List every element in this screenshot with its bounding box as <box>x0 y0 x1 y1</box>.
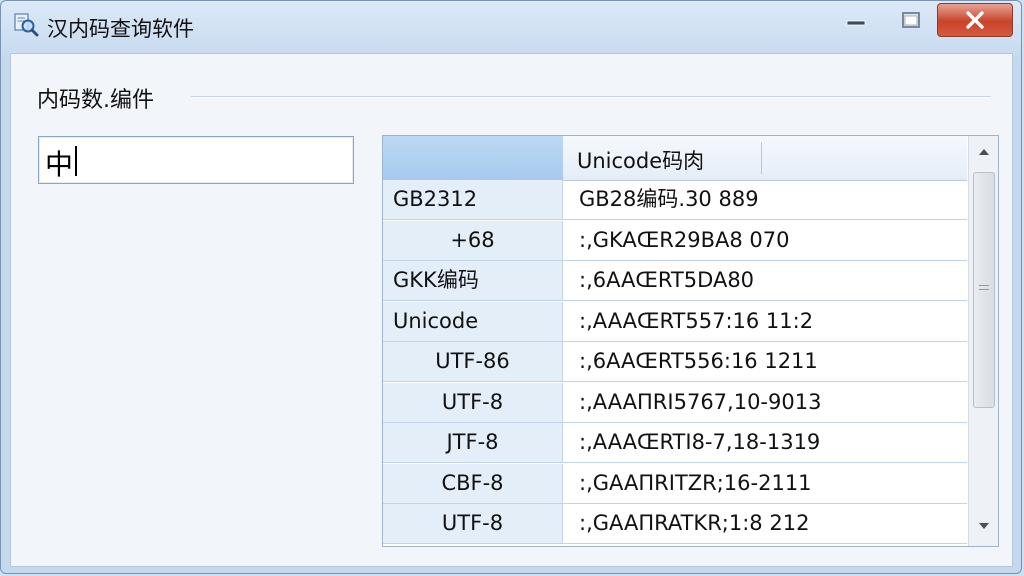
row-encoding-name: UTF-86 <box>383 342 563 381</box>
table-row[interactable]: +68 :,GKAŒR29BA8 070 <box>383 221 967 261</box>
client-area: 内码数.编件 中 Unicode码肉 GB2312 GB28编码.30 889 … <box>10 53 1013 567</box>
scroll-up-button[interactable] <box>969 136 998 168</box>
row-encoding-value: :,AAAΠRI5767,10-9013 <box>579 390 822 414</box>
window-title: 汉内码查询软件 <box>47 17 194 41</box>
scroll-thumb[interactable] <box>973 172 995 408</box>
magnifier-icon <box>14 13 39 37</box>
group-label: 内码数.编件 <box>37 82 164 114</box>
vertical-scrollbar[interactable] <box>968 136 998 546</box>
table-row[interactable]: Unicode :,AAAŒRT557:16 11:2 <box>383 302 967 342</box>
maximize-icon <box>902 12 920 28</box>
row-encoding-name: UTF-8 <box>383 504 563 543</box>
thumb-grip <box>979 289 989 290</box>
app-window: 汉内码查询软件 内码数.编件 中 Unicode码肉 GB2312 GB28编码… <box>0 0 1022 574</box>
table-row[interactable]: UTF-8 :,AAAΠRI5767,10-9013 <box>383 383 967 423</box>
row-encoding-value: :,AAAŒRT557:16 11:2 <box>579 309 814 333</box>
row-encoding-name: GB2312 <box>383 180 563 219</box>
row-encoding-value: :,GAAΠRATKR;1:8 212 <box>579 511 810 535</box>
thumb-grip <box>979 285 989 286</box>
title-bar[interactable]: 汉内码查询软件 <box>1 1 1021 51</box>
row-encoding-name: JTF-8 <box>383 423 563 462</box>
minimize-icon <box>846 20 866 26</box>
close-icon <box>966 11 984 29</box>
table-row[interactable]: GB2312 GB28编码.30 889 <box>383 180 967 220</box>
grid-header-col2[interactable]: Unicode码肉 <box>577 145 704 175</box>
row-encoding-name: +68 <box>383 221 563 260</box>
encoding-grid[interactable]: Unicode码肉 GB2312 GB28编码.30 889 +68 :,GKA… <box>382 135 999 547</box>
arrow-up-icon <box>979 149 989 155</box>
char-input-value: 中 <box>45 148 74 181</box>
table-row[interactable]: JTF-8 :,AAAŒRTI8-7,18-1319 <box>383 423 967 463</box>
row-encoding-value: :,AAAŒRTI8-7,18-1319 <box>579 430 821 454</box>
row-encoding-name: Unicode <box>383 302 563 341</box>
row-encoding-value: :,GKAŒR29BA8 070 <box>579 228 790 252</box>
close-button[interactable] <box>937 3 1013 37</box>
table-row[interactable]: UTF-8 :,GAAΠRATKR;1:8 212 <box>383 504 967 544</box>
text-caret <box>75 146 77 176</box>
row-encoding-name: UTF-8 <box>383 383 563 422</box>
row-encoding-value: :,6AAŒRT556:16 1211 <box>579 349 818 373</box>
row-encoding-value: :,GAAΠRITZR;16-2111 <box>579 471 812 495</box>
scroll-down-button[interactable] <box>969 510 998 542</box>
header-separator <box>761 142 762 174</box>
group-divider <box>191 96 991 98</box>
char-input[interactable]: 中 <box>38 136 354 184</box>
grid-header: Unicode码肉 <box>383 136 967 181</box>
minimize-button[interactable] <box>829 3 883 37</box>
grid-header-col1[interactable] <box>383 136 563 180</box>
row-encoding-name: GKK编码 <box>383 261 563 300</box>
table-row[interactable]: GKK编码 :,6AAŒRT5DA80 <box>383 261 967 301</box>
table-row[interactable]: CBF-8 :,GAAΠRITZR;16-2111 <box>383 464 967 504</box>
table-row[interactable]: UTF-86 :,6AAŒRT556:16 1211 <box>383 342 967 382</box>
maximize-button[interactable] <box>885 3 937 37</box>
row-encoding-name: CBF-8 <box>383 464 563 503</box>
row-encoding-value: :,6AAŒRT5DA80 <box>579 268 755 292</box>
row-encoding-value: GB28编码.30 889 <box>579 187 759 211</box>
arrow-down-icon <box>979 523 989 529</box>
